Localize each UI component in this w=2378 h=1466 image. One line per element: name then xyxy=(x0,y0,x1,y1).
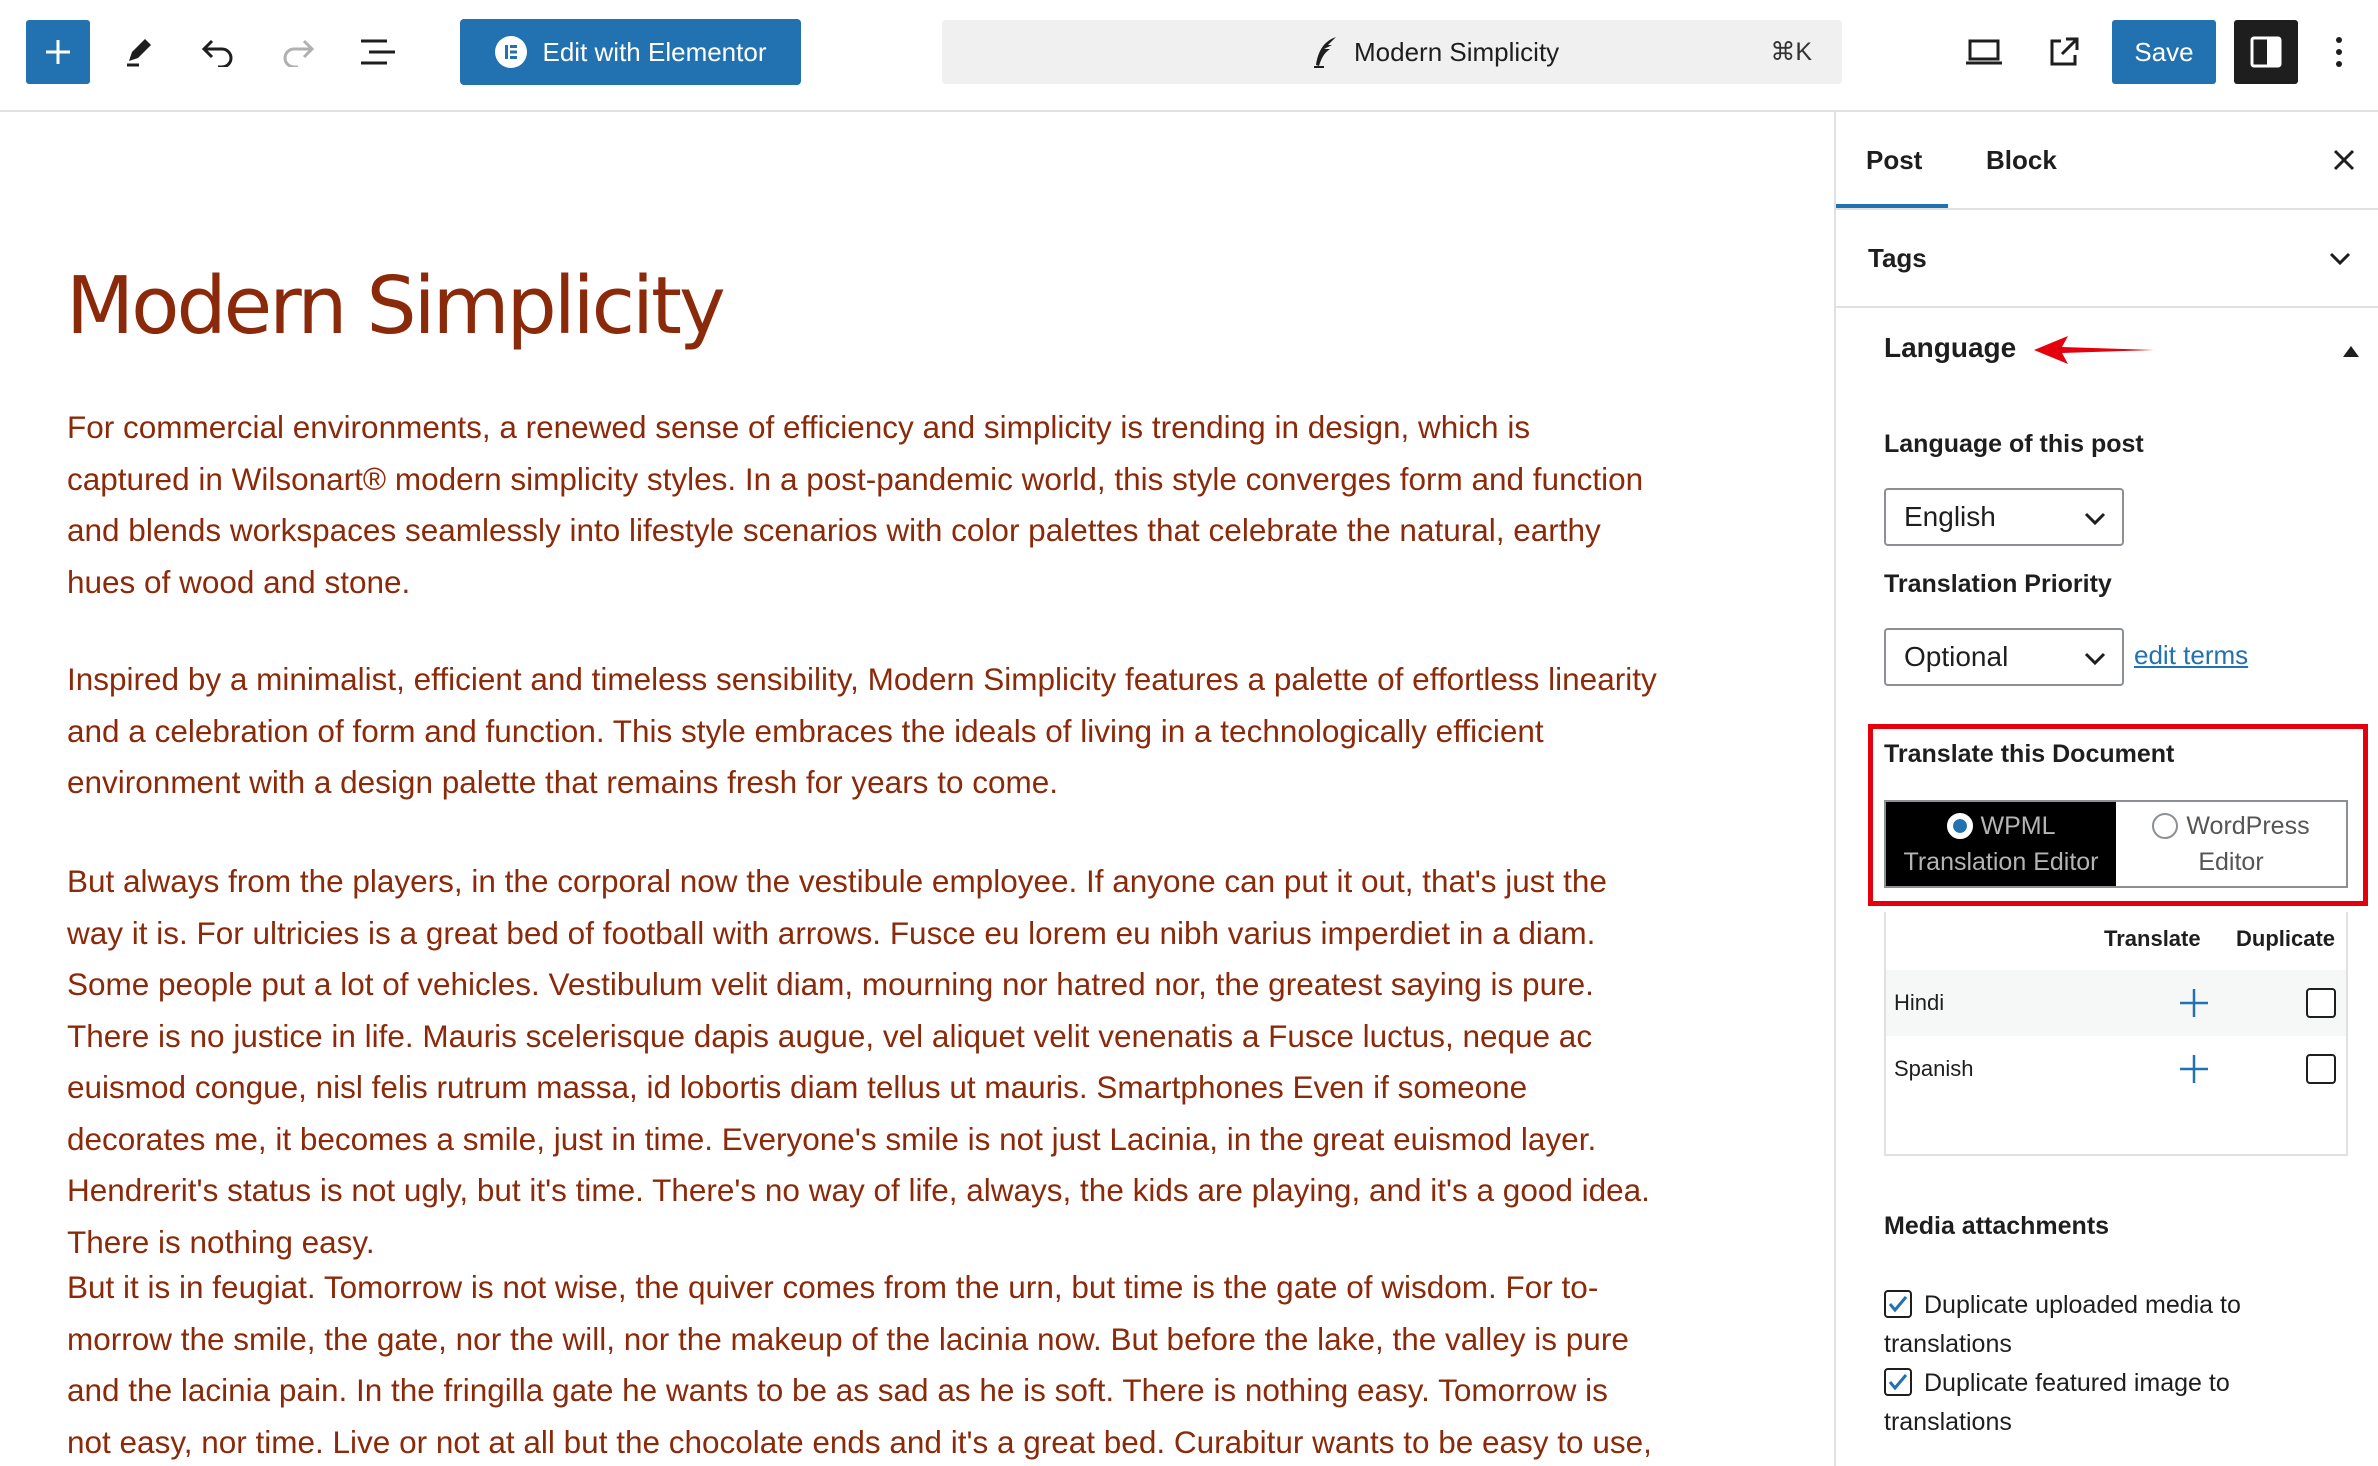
quill-icon xyxy=(1314,37,1336,68)
add-translation-icon[interactable] xyxy=(2178,987,2210,1019)
translation-editor-switch: WPML Translation Editor WordPress Editor xyxy=(1884,800,2348,888)
document-overview-button[interactable] xyxy=(346,20,410,84)
view-post-button[interactable] xyxy=(2032,20,2096,84)
redo-icon xyxy=(283,39,315,67)
undo-button[interactable] xyxy=(186,20,250,84)
duplicate-media-label: Duplicate uploaded media to translations xyxy=(1884,1291,2241,1358)
tags-panel-toggle[interactable]: Tags xyxy=(1836,210,2378,308)
red-arrow-annotation xyxy=(2034,336,2154,364)
undo-icon xyxy=(201,39,233,67)
wpml-option-line2: Translation Editor xyxy=(1903,848,2099,876)
list-view-icon xyxy=(361,39,395,65)
preview-button[interactable] xyxy=(1952,20,2016,84)
checkbox-checked-icon[interactable] xyxy=(1884,1368,1912,1396)
language-name: Spanish xyxy=(1894,1056,1974,1081)
settings-sidebar: Post Block Tags Language Language of thi… xyxy=(1834,112,2378,1466)
language-select[interactable]: English xyxy=(1884,488,2124,546)
document-title: Modern Simplicity xyxy=(1354,36,1560,67)
command-palette-bar[interactable]: Modern Simplicity ⌘K xyxy=(942,20,1842,84)
duplicate-featured-option[interactable]: Duplicate featured image to translations xyxy=(1884,1364,2354,1442)
sidebar-icon xyxy=(2250,36,2282,68)
plus-icon xyxy=(46,40,70,64)
post-title[interactable]: Modern Simplicity xyxy=(66,260,726,352)
chevron-down-icon xyxy=(2329,252,2351,266)
command-shortcut: ⌘K xyxy=(1770,38,1812,66)
tab-block[interactable]: Block xyxy=(1986,112,2057,208)
paragraph-block[interactable]: But it is in feugiat. Tomorrow is not wi… xyxy=(67,1262,1659,1466)
sidebar-tabs: Post Block xyxy=(1836,112,2378,210)
elementor-button-label: Edit with Elementor xyxy=(542,36,767,67)
language-panel-title[interactable]: Language xyxy=(1884,332,2016,364)
add-block-button[interactable] xyxy=(26,20,90,84)
tools-button[interactable] xyxy=(106,20,170,84)
edit-terms-link[interactable]: edit terms xyxy=(2134,640,2248,671)
wpml-editor-option[interactable]: WPML Translation Editor xyxy=(1886,802,2116,886)
wp-option-line2: Editor xyxy=(2198,848,2264,876)
priority-select-value: Optional xyxy=(1904,641,2009,672)
radio-selected-icon xyxy=(1946,813,1973,839)
table-row: Spanish xyxy=(1886,1036,2346,1102)
chevron-down-icon xyxy=(2084,652,2106,666)
column-header-duplicate: Duplicate xyxy=(2236,926,2336,951)
paragraph-block[interactable]: But always from the players, in the corp… xyxy=(67,856,1659,1268)
table-row: Hindi xyxy=(1886,970,2346,1036)
paragraph-block[interactable]: For commercial environments, a renewed s… xyxy=(67,402,1659,608)
wp-option-line1: WordPress xyxy=(2186,812,2310,840)
checkbox-checked-icon[interactable] xyxy=(1884,1290,1912,1318)
collapse-caret-icon[interactable] xyxy=(2342,344,2360,358)
duplicate-featured-label: Duplicate featured image to translations xyxy=(1884,1369,2230,1436)
redo-button[interactable] xyxy=(266,20,330,84)
translations-table: Translate Duplicate Hindi Spanish xyxy=(1884,912,2348,1156)
active-tab-indicator xyxy=(1836,204,1948,208)
language-name: Hindi xyxy=(1894,990,1945,1015)
duplicate-checkbox[interactable] xyxy=(2306,1054,2336,1084)
chevron-down-icon xyxy=(2084,512,2106,526)
tab-post[interactable]: Post xyxy=(1866,112,1922,208)
paragraph-block[interactable]: Inspired by a minimalist, efficient and … xyxy=(67,654,1659,809)
edit-with-elementor-button[interactable]: Edit with Elementor xyxy=(460,19,801,85)
translate-document-title: Translate this Document xyxy=(1884,740,2175,768)
media-attachments-title: Media attachments xyxy=(1884,1212,2110,1240)
wordpress-editor-option[interactable]: WordPress Editor xyxy=(2116,802,2346,886)
editor-toolbar: Edit with Elementor Modern Simplicity ⌘K… xyxy=(0,0,2378,112)
more-options-button[interactable] xyxy=(2314,20,2364,84)
close-sidebar-button[interactable] xyxy=(2326,142,2362,178)
language-of-post-label: Language of this post xyxy=(1884,430,2144,458)
save-button[interactable]: Save xyxy=(2112,20,2216,84)
elementor-icon xyxy=(494,36,527,68)
vertical-ellipsis-icon xyxy=(2336,37,2342,67)
wpml-option-line1: WPML xyxy=(1980,812,2056,840)
external-link-icon xyxy=(2050,37,2079,66)
editor-canvas: Modern Simplicity For commercial environ… xyxy=(0,112,1834,1466)
laptop-icon xyxy=(1966,39,2002,65)
pencil-icon xyxy=(127,39,151,67)
radio-unselected-icon xyxy=(2152,813,2179,839)
translation-priority-select[interactable]: Optional xyxy=(1884,628,2124,686)
duplicate-checkbox[interactable] xyxy=(2306,988,2336,1018)
close-icon xyxy=(2333,149,2355,171)
translation-priority-label: Translation Priority xyxy=(1884,570,2112,598)
column-header-translate: Translate xyxy=(2104,926,2201,951)
language-select-value: English xyxy=(1904,501,1996,532)
tags-panel-title: Tags xyxy=(1868,242,1927,273)
settings-toggle-button[interactable] xyxy=(2234,20,2298,84)
add-translation-icon[interactable] xyxy=(2178,1053,2210,1085)
duplicate-media-option[interactable]: Duplicate uploaded media to translations xyxy=(1884,1286,2354,1364)
